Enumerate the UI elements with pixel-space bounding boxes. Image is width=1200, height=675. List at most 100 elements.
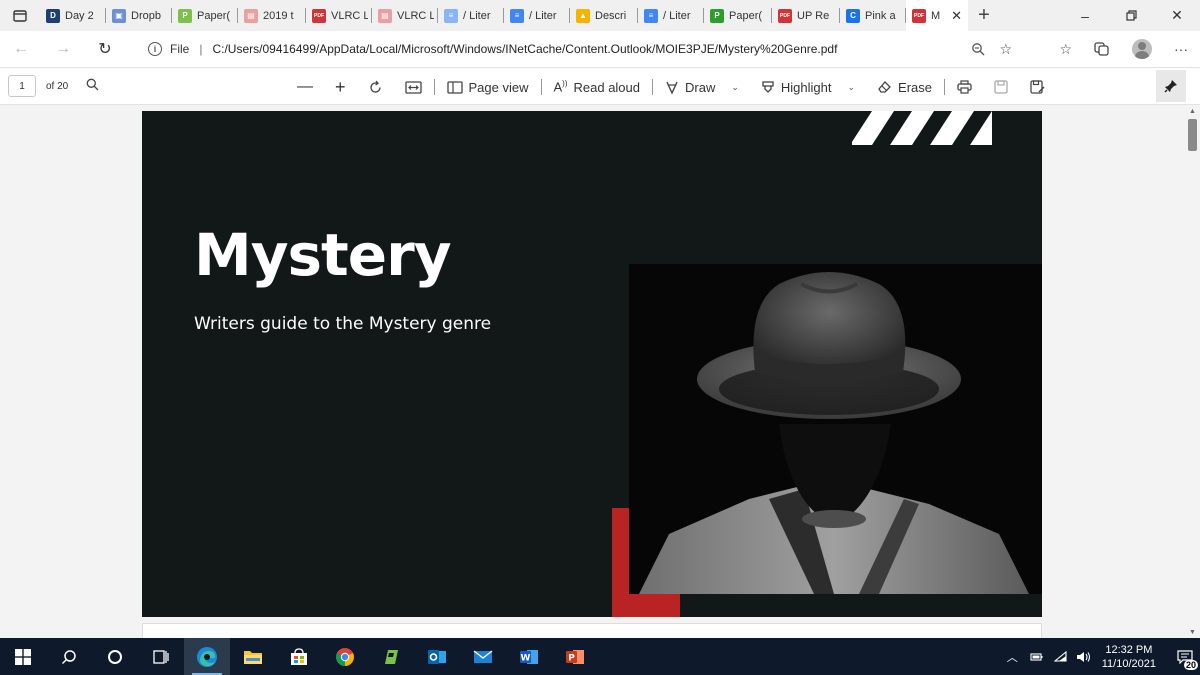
- tab-favicon-icon: ≡: [444, 8, 458, 23]
- close-tab-icon[interactable]: ✕: [951, 8, 962, 24]
- browser-tab[interactable]: PDF M ✕: [906, 0, 968, 31]
- pdf-viewer[interactable]: Mystery Writers guide to the Mystery gen…: [0, 105, 1185, 638]
- vertical-scrollbar[interactable]: ▲ ▼: [1185, 105, 1200, 638]
- edge-icon: [197, 646, 217, 667]
- browser-tab[interactable]: ▲ Descri: [570, 0, 638, 31]
- read-aloud-button[interactable]: A)) Read aloud: [554, 68, 641, 106]
- browser-tab[interactable]: ▤ VLRC L: [372, 0, 438, 31]
- more-menu-icon[interactable]: ···: [1174, 42, 1188, 56]
- save-button[interactable]: [994, 68, 1008, 106]
- zoom-in-button[interactable]: +: [335, 68, 346, 106]
- chevron-down-icon[interactable]: ⌄: [847, 82, 855, 93]
- browser-tab[interactable]: ≡ / Liter: [438, 0, 504, 31]
- zoom-icon[interactable]: [971, 42, 985, 56]
- browser-tab[interactable]: ≡ / Liter: [504, 0, 570, 31]
- taskbar-chrome[interactable]: [322, 638, 368, 675]
- refresh-button[interactable]: ↻: [84, 31, 126, 67]
- tab-favicon-icon: ▣: [112, 8, 126, 23]
- forward-button[interactable]: →: [42, 31, 84, 67]
- restore-button[interactable]: [1108, 0, 1154, 31]
- task-view-button[interactable]: [138, 638, 184, 675]
- clock[interactable]: 12:32 PM 11/10/2021: [1102, 643, 1156, 671]
- rotate-button[interactable]: [368, 68, 383, 106]
- url-text: C:/Users/09416499/AppData/Local/Microsof…: [212, 42, 838, 56]
- taskbar-file-explorer[interactable]: [230, 638, 276, 675]
- browser-tab[interactable]: D Day 2: [40, 0, 106, 31]
- tab-title: Paper(: [729, 9, 763, 22]
- cortana-button[interactable]: [92, 638, 138, 675]
- tab-actions-button[interactable]: [0, 0, 40, 31]
- folder-icon: [244, 650, 262, 664]
- taskbar-store[interactable]: [276, 638, 322, 675]
- add-favorite-icon[interactable]: ☆: [999, 42, 1012, 56]
- search-button[interactable]: [46, 638, 92, 675]
- close-window-button[interactable]: ✕: [1154, 0, 1200, 31]
- browser-tab[interactable]: ≡ / Liter: [638, 0, 704, 31]
- action-center-button[interactable]: 20: [1170, 638, 1200, 675]
- tab-strip: D Day 2 ▣ Dropb P Paper(▤ 2019 t PDF VLRC L ▤ VLRC…: [0, 0, 1200, 31]
- favorites-icon[interactable]: ☆: [1059, 42, 1072, 56]
- draw-icon: [666, 81, 678, 94]
- back-button[interactable]: ←: [0, 31, 42, 67]
- page-number-input[interactable]: 1: [8, 75, 36, 97]
- mail-icon: [473, 649, 493, 663]
- erase-button[interactable]: Erase: [877, 68, 932, 106]
- tab-title: Dropb: [131, 9, 161, 22]
- search-icon[interactable]: [86, 78, 99, 94]
- scroll-up-icon[interactable]: ▲: [1185, 105, 1200, 117]
- taskbar-edge[interactable]: [184, 638, 230, 675]
- tab-title: / Liter: [463, 9, 491, 22]
- url-field[interactable]: i File | C:/Users/09416499/AppData/Local…: [138, 35, 1018, 63]
- minus-icon: —: [297, 78, 313, 95]
- new-tab-button[interactable]: +: [968, 0, 1000, 31]
- volume-icon[interactable]: [1076, 651, 1092, 663]
- word-icon: W: [520, 649, 538, 664]
- taskbar-mail[interactable]: [460, 638, 506, 675]
- tab-title: / Liter: [529, 9, 557, 22]
- collections-icon[interactable]: [1094, 42, 1110, 56]
- save-as-icon: [1030, 80, 1045, 94]
- print-icon: [957, 80, 972, 94]
- read-aloud-label: Read aloud: [573, 79, 641, 95]
- browser-tab[interactable]: PDF VLRC L: [306, 0, 372, 31]
- minimize-button[interactable]: –: [1062, 0, 1108, 31]
- highlight-button[interactable]: Highlight ⌄: [761, 68, 855, 106]
- scrollbar-thumb[interactable]: [1188, 119, 1197, 151]
- browser-tab[interactable]: ▤ 2019 t: [238, 0, 306, 31]
- page-view-button[interactable]: Page view: [446, 68, 529, 106]
- clock-time: 12:32 PM: [1105, 643, 1153, 656]
- profile-avatar[interactable]: [1132, 39, 1152, 59]
- omnibox-icons: ☆: [971, 35, 1018, 63]
- erase-label: Erase: [898, 79, 932, 95]
- wifi-icon[interactable]: [1053, 650, 1068, 663]
- taskbar-paper[interactable]: [368, 638, 414, 675]
- pin-toolbar-button[interactable]: [1156, 70, 1186, 102]
- browser-tab[interactable]: P Paper(: [172, 0, 238, 31]
- tab-favicon-icon: ▲: [576, 8, 590, 23]
- browser-tab[interactable]: C Pink a: [840, 0, 906, 31]
- browser-tab[interactable]: ▣ Dropb: [106, 0, 172, 31]
- fit-to-page-button[interactable]: [404, 68, 422, 106]
- browser-tab[interactable]: PDF UP Re: [772, 0, 840, 31]
- slide-subtitle: Writers guide to the Mystery genre: [194, 314, 492, 334]
- save-as-button[interactable]: [1030, 68, 1045, 106]
- draw-button[interactable]: Draw ⌄: [665, 68, 739, 106]
- taskbar-word[interactable]: W: [506, 638, 552, 675]
- browser-tab[interactable]: P Paper(: [704, 0, 772, 31]
- chevron-up-icon[interactable]: ︿: [1007, 649, 1018, 665]
- battery-icon[interactable]: [1030, 652, 1044, 662]
- draw-label: Draw: [685, 79, 716, 95]
- taskbar-powerpoint[interactable]: P: [552, 638, 598, 675]
- scroll-down-icon[interactable]: ▼: [1185, 626, 1200, 638]
- tab-actions-icon: [13, 9, 27, 22]
- tab-favicon-icon: ≡: [644, 8, 658, 23]
- tab-favicon-icon: D: [46, 8, 60, 23]
- chevron-down-icon[interactable]: ⌄: [731, 82, 739, 93]
- toolbar-separator: [652, 79, 653, 95]
- powerpoint-icon: P: [566, 649, 584, 664]
- print-button[interactable]: [957, 68, 972, 106]
- zoom-out-button[interactable]: —: [297, 68, 313, 106]
- taskbar-outlook[interactable]: [414, 638, 460, 675]
- start-button[interactable]: [0, 638, 46, 675]
- info-icon[interactable]: i: [148, 42, 162, 56]
